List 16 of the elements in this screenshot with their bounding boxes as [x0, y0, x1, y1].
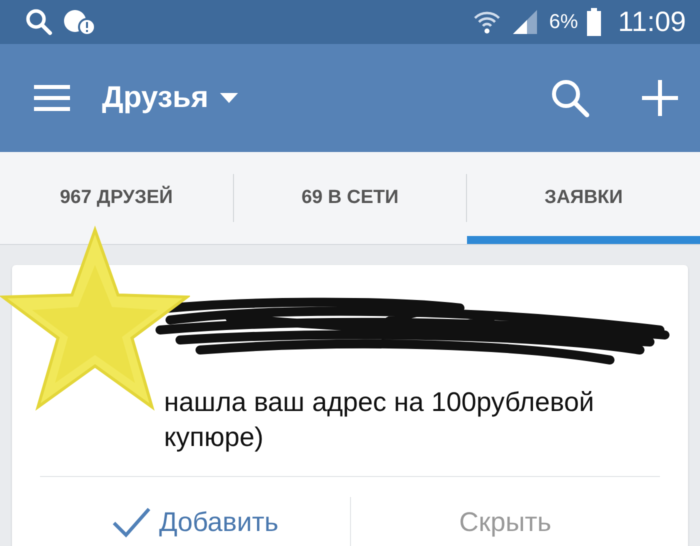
- clock: 11:09: [618, 6, 686, 38]
- battery-percent: 6%: [549, 10, 578, 34]
- add-icon[interactable]: [640, 78, 680, 118]
- menu-icon[interactable]: [34, 85, 70, 111]
- caret-icon: [220, 93, 238, 103]
- add-button[interactable]: Добавить: [40, 505, 350, 540]
- battery-icon: [586, 7, 602, 37]
- request-message: нашла ваш адрес на 100рублевой купюре): [163, 386, 596, 454]
- notification-icon: [62, 7, 96, 37]
- check-icon: [111, 506, 152, 538]
- tab[interactable]: ЗАЯВКИ: [467, 152, 700, 244]
- tab[interactable]: 69 В СЕТИ: [234, 152, 466, 244]
- tab[interactable]: 967 ДРУЗЕЙ: [0, 152, 233, 244]
- search-icon[interactable]: [550, 78, 590, 118]
- friends-dropdown[interactable]: Друзья: [102, 81, 238, 115]
- search-icon: [24, 7, 54, 37]
